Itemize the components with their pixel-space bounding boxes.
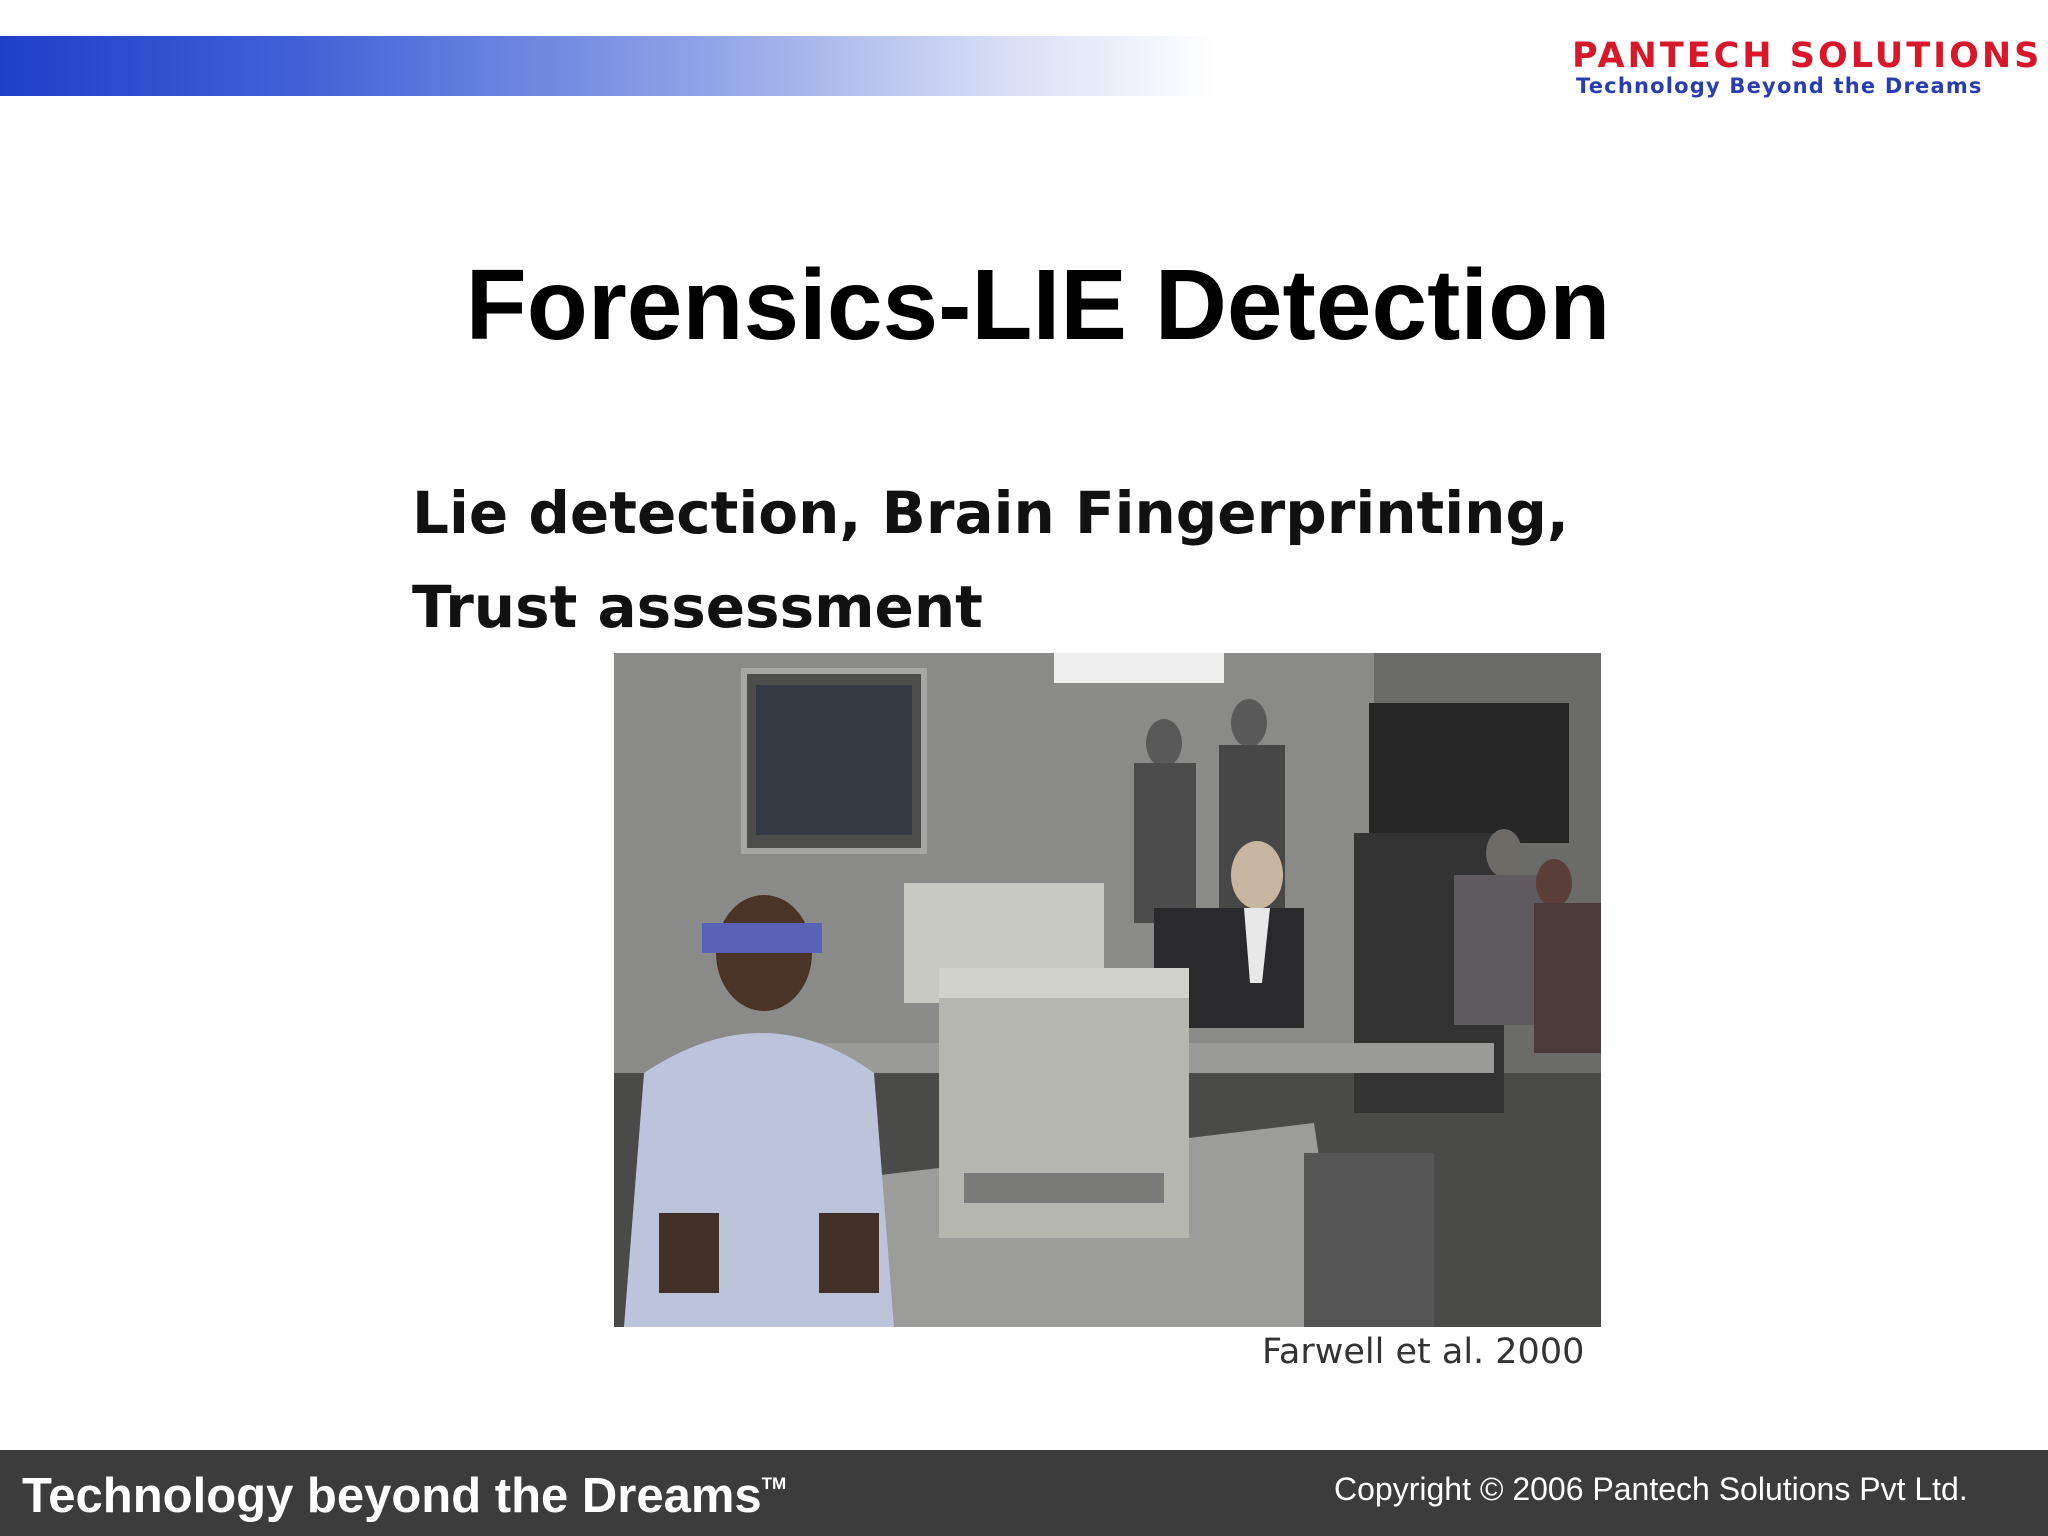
photo-caption: Farwell et al. 2000 [1262,1332,1585,1372]
lie-detection-photo [614,653,1601,1327]
slide-subtitle: Lie detection, Brain Fingerprinting, Tru… [412,479,1569,641]
footer-tagline: Technology beyond the DreamsTM [22,1468,786,1524]
slide-title: Forensics-LIE Detection [465,249,1611,361]
copyright-notice: Copyright © 2006 Pantech Solutions Pvt L… [1334,1471,1968,1507]
photo-illustration [614,653,1601,1327]
logo-tagline: Technology Beyond the Dreams [1576,74,1983,98]
logo-name: PANTECH SOLUTIONS [1572,36,2043,76]
footer-bar: Technology beyond the DreamsTM Copyright… [0,1450,2048,1536]
trademark-mark: TM [761,1474,787,1493]
footer-tagline-text: Technology beyond the Dreams [22,1469,762,1523]
company-logo: PANTECH SOLUTIONS Technology Beyond the … [1572,36,2042,100]
header-gradient-band [0,36,1560,96]
